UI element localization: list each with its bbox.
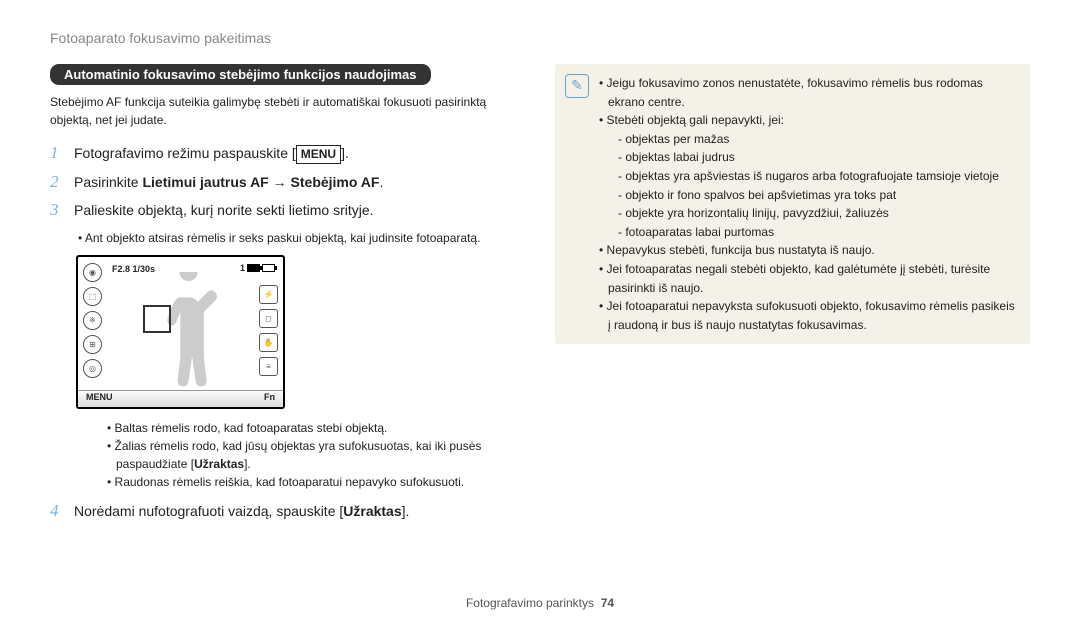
step-number: 3: [50, 200, 66, 220]
section-title: Automatinio fokusavimo stebėjimo funkcij…: [50, 64, 431, 85]
list-item: Nepavykus stebėti, funkcija bus nustatyt…: [608, 241, 1016, 260]
list-item: objektas yra apšviestas iš nugaros arba …: [627, 167, 1016, 186]
focus-rectangle: [143, 305, 171, 333]
camera-screen-preview: ◉ ⬚ ※ ⊞ ◎ F2.8 1/30s 1 ⚡ ◻ ✋ ≡: [76, 255, 285, 409]
list-item: Jei fotoaparatas negali stebėti objekto,…: [608, 260, 1016, 297]
fn-label: Fn: [264, 392, 275, 407]
menu-icon: ≡: [259, 357, 278, 376]
list-item: Jeigu fokusavimo zonos nenustatėte, foku…: [608, 74, 1016, 111]
step-2: 2 Pasirinkite Lietimui jautrus AF → Steb…: [50, 172, 525, 193]
stabilize-icon: ✋: [259, 333, 278, 352]
step-text: Pasirinkite Lietimui jautrus AF → Stebėj…: [74, 173, 383, 193]
timer-icon: ◻: [259, 309, 278, 328]
list-item: fotoaparatas labai purtomas: [627, 223, 1016, 242]
step-text: Fotografavimo režimu paspauskite [MENU].: [74, 144, 349, 164]
right-icon-column: ⚡ ◻ ✋ ≡: [259, 285, 278, 376]
list-item: Žalias rėmelis rodo, kad jūsų objektas y…: [116, 437, 525, 473]
list-item: objektas labai judrus: [627, 148, 1016, 167]
battery-icon: [262, 264, 275, 272]
list-item: Baltas rėmelis rodo, kad fotoaparatas st…: [116, 419, 525, 437]
step-number: 4: [50, 501, 66, 521]
flash-icon: ⚡: [259, 285, 278, 304]
step-3-sub: Ant objekto atsiras rėmelis ir seks pask…: [78, 229, 525, 247]
status-icons: 1: [240, 263, 275, 273]
battery-icon: [247, 264, 260, 272]
left-column: Automatinio fokusavimo stebėjimo funkcij…: [50, 64, 525, 584]
left-icon-column: ◉ ⬚ ※ ⊞ ◎: [83, 263, 102, 378]
step-number: 2: [50, 172, 66, 192]
step-number: 1: [50, 143, 66, 163]
list-item: objekte yra horizontalių linijų, pavyzdž…: [627, 204, 1016, 223]
step-text: Norėdami nufotografuoti vaizdą, spauskit…: [74, 502, 409, 522]
list-item: objekto ir fono spalvos bei apšvietimas …: [627, 186, 1016, 205]
menu-badge: MENU: [296, 145, 341, 164]
mode-icon: ⬚: [83, 287, 102, 306]
right-column: ✎ Jeigu fokusavimo zonos nenustatėte, fo…: [555, 64, 1030, 584]
menu-label: MENU: [86, 392, 113, 407]
step-3: 3 Palieskite objektą, kurį norite sekti …: [50, 200, 525, 221]
frame-color-bullets: Baltas rėmelis rodo, kad fotoaparatas st…: [76, 419, 525, 491]
list-item: Stebėti objektą gali nepavykti, jei: obj…: [608, 111, 1016, 241]
list-item: Jei fotoaparatui nepavyksta sufokusuoti …: [608, 297, 1016, 334]
intro-text: Stebėjimo AF funkcija suteikia galimybę …: [50, 93, 525, 129]
mode-icon: ※: [83, 311, 102, 330]
page-header: Fotoaparato fokusavimo pakeitimas: [50, 30, 1030, 46]
mode-icon: ◎: [83, 359, 102, 378]
screen-bottom-bar: MENU Fn: [78, 390, 283, 407]
info-icon: ✎: [565, 74, 589, 98]
step-1: 1 Fotografavimo režimu paspauskite [MENU…: [50, 143, 525, 164]
list-item: Raudonas rėmelis reiškia, kad fotoaparat…: [116, 473, 525, 491]
mode-icon: ◉: [83, 263, 102, 282]
page-footer: Fotografavimo parinktys 74: [50, 584, 1030, 610]
list-item: objektas per mažas: [627, 130, 1016, 149]
mode-icon: ⊞: [83, 335, 102, 354]
note-box: ✎ Jeigu fokusavimo zonos nenustatėte, fo…: [555, 64, 1030, 344]
step-4: 4 Norėdami nufotografuoti vaizdą, spausk…: [50, 501, 525, 522]
step-text: Palieskite objektą, kurį norite sekti li…: [74, 201, 374, 221]
